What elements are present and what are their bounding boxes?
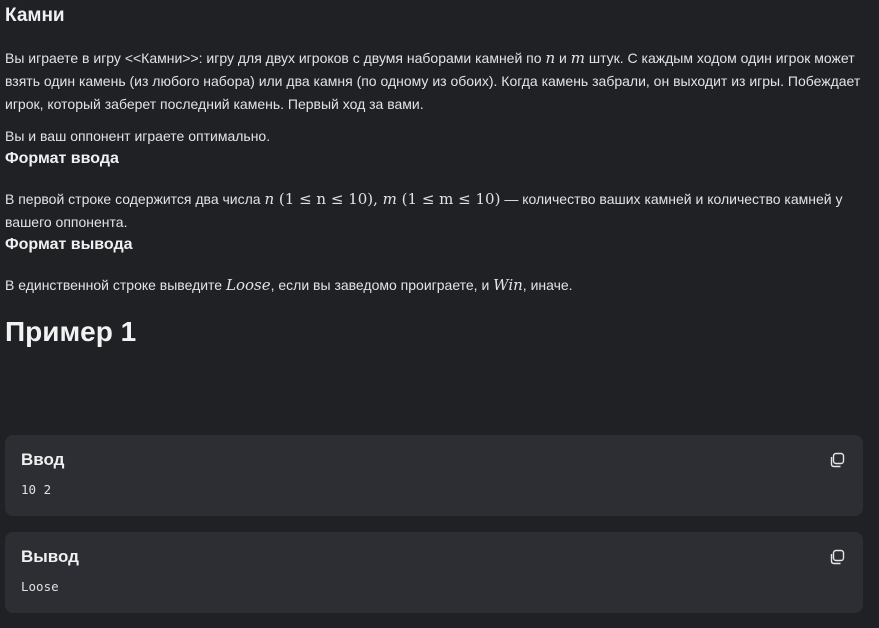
example-output-value: Loose bbox=[21, 579, 59, 594]
input-format-text: В первой строке содержится два числа n (… bbox=[5, 188, 874, 234]
math-n-constraint: (1 ≤ n ≤ 10), bbox=[274, 190, 383, 208]
math-n: n bbox=[545, 49, 556, 67]
math-loose: Loose bbox=[226, 276, 271, 294]
example-output-card: Вывод Loose bbox=[5, 532, 863, 613]
math-m-var: m bbox=[382, 190, 397, 208]
statement-text-1: Вы играете в игру <<Камни>>: игру для дв… bbox=[5, 50, 546, 66]
math-m-constraint: (1 ≤ m ≤ 10) bbox=[396, 190, 501, 208]
input-format-heading: Формат ввода bbox=[5, 150, 119, 167]
example-input-card: Ввод 10 2 bbox=[5, 435, 863, 516]
math-win: Win bbox=[493, 276, 523, 294]
example-output-label: Вывод bbox=[21, 547, 79, 566]
example-input-label: Ввод bbox=[21, 450, 65, 469]
copy-icon[interactable] bbox=[829, 549, 845, 565]
copy-icon[interactable] bbox=[829, 452, 845, 468]
statement-and: и bbox=[555, 50, 571, 66]
output-text-before: В единственной строке выведите bbox=[5, 277, 226, 293]
example-input-value: 10 2 bbox=[21, 482, 52, 497]
math-m: m bbox=[570, 49, 585, 67]
example-heading: Пример 1 bbox=[5, 316, 137, 347]
output-text-after: , иначе. bbox=[522, 277, 573, 293]
input-text-before: В первой строке содержится два числа bbox=[5, 191, 265, 207]
output-text-middle: , если вы заведомо проиграете, и bbox=[270, 277, 494, 293]
math-n-var: n bbox=[264, 190, 275, 208]
output-format-text: В единственной строке выведите Loose, ес… bbox=[5, 274, 874, 297]
output-format-heading: Формат вывода bbox=[5, 236, 133, 253]
optimal-note: Вы и ваш оппонент играете оптимально. bbox=[5, 128, 271, 144]
problem-title: Камни bbox=[5, 5, 65, 26]
problem-statement: Вы играете в игру <<Камни>>: игру для дв… bbox=[5, 47, 874, 116]
